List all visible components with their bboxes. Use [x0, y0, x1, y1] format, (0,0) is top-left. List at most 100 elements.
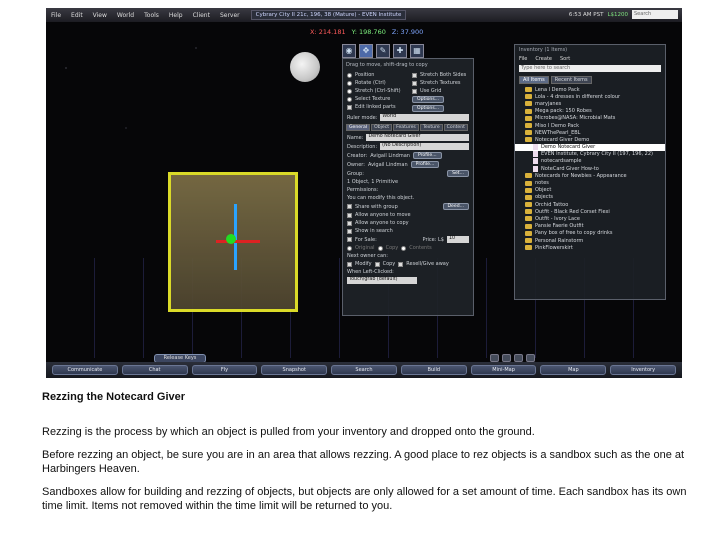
menu-world[interactable]: World — [112, 12, 139, 19]
communicate-button[interactable]: Communicate — [52, 365, 118, 375]
inventory-item[interactable]: Pany box of free to copy drinks — [515, 230, 665, 237]
edit-icon[interactable]: ✎ — [376, 44, 390, 58]
ruler-select[interactable]: World — [380, 114, 469, 121]
creator-profile-button[interactable]: Profile... — [412, 152, 442, 159]
menu-file[interactable]: File — [46, 12, 66, 19]
inventory-item[interactable]: Microbes@NASA: Microbial Mats — [515, 115, 665, 122]
inventory-item[interactable]: notes — [515, 179, 665, 186]
deed-button[interactable]: Deed... — [442, 203, 469, 210]
inventory-item[interactable]: Notecard Giver Demo — [515, 136, 665, 143]
next-owner-copy[interactable]: Copy — [383, 261, 396, 267]
show-search-checkbox[interactable] — [347, 228, 352, 234]
inventory-item[interactable]: NEWThePearl_EBL — [515, 129, 665, 136]
menu-server[interactable]: Server — [215, 12, 245, 19]
location-bar[interactable]: Cybrary City II 21c, 196, 38 (Mature) - … — [250, 10, 407, 20]
music-icon[interactable] — [526, 354, 535, 362]
inv-menu-sort[interactable]: Sort — [560, 56, 570, 62]
name-field[interactable]: Demo Notecard Giver — [366, 134, 469, 141]
inv-menu-file[interactable]: File — [519, 56, 527, 62]
inventory-item-label: Outfit - Black Red Corset Flexi — [535, 208, 610, 215]
menu-edit[interactable]: Edit — [66, 12, 88, 19]
inventory-item[interactable]: Demo Notecard Giver — [515, 143, 665, 151]
inventory-item[interactable]: NoteCard Giver How-to — [515, 165, 665, 172]
left-click-select[interactable]: Touch/grab (default) — [347, 277, 417, 284]
tab-content[interactable]: Content — [443, 124, 468, 131]
option-position[interactable]: Position — [343, 71, 408, 79]
inventory-item[interactable]: Object — [515, 187, 665, 194]
option-stretch-textures[interactable]: Stretch Textures — [408, 79, 473, 87]
inventory-item[interactable]: Notecards for Newbies - Appearance — [515, 172, 665, 179]
inventory-item[interactable]: Outfit - Ivory Lace — [515, 215, 665, 222]
allow-move-checkbox[interactable] — [347, 212, 352, 218]
inventory-item[interactable]: Outfit - Black Red Corset Flexi — [515, 208, 665, 215]
inventory-item[interactable]: maryjanes — [515, 100, 665, 107]
menu-help[interactable]: Help — [164, 12, 188, 19]
x-axis-handle[interactable] — [216, 240, 260, 243]
folder-icon — [525, 216, 532, 222]
sale-original[interactable]: Original — [355, 245, 375, 251]
grid-options-button[interactable]: Options... — [412, 105, 445, 112]
inventory-item[interactable]: Pansie Faerie Outfit — [515, 223, 665, 230]
option-use-grid[interactable]: Use Grid — [408, 87, 473, 95]
sale-contents[interactable]: Contents — [409, 245, 432, 251]
tab-object[interactable]: Object — [371, 124, 393, 131]
option-stretch[interactable]: Stretch (Ctrl-Shift) — [343, 87, 408, 95]
tab-recent-items[interactable]: Recent Items — [550, 76, 592, 84]
allow-copy-checkbox[interactable] — [347, 220, 352, 226]
inventory-item[interactable]: EVEN Institute, Cybrary City II (197, 19… — [515, 151, 665, 158]
price-field[interactable]: 10 — [447, 236, 469, 243]
tab-features[interactable]: Features — [393, 124, 419, 131]
inventory-item[interactable]: Personal Rainstorm — [515, 237, 665, 244]
group-set-button[interactable]: Set... — [447, 170, 469, 177]
menu-view[interactable]: View — [88, 12, 112, 19]
minimap-button[interactable]: Mini-Map — [470, 365, 537, 375]
description-field[interactable]: (No Description) — [380, 143, 469, 150]
inventory-item[interactable]: Orchid Tattoo — [515, 201, 665, 208]
search-button[interactable]: Search — [331, 365, 397, 375]
inventory-item[interactable]: objects — [515, 194, 665, 201]
owner-profile-button[interactable]: Profile... — [410, 161, 440, 168]
inventory-window: Inventory (1 Items) File Create Sort Typ… — [514, 44, 666, 300]
play-icon[interactable] — [490, 354, 499, 362]
option-rotate[interactable]: Rotate (Ctrl) — [343, 79, 408, 87]
next-owner-modify[interactable]: Modify — [355, 261, 372, 267]
align-options-button[interactable]: Options... — [412, 96, 445, 103]
pause-icon[interactable] — [502, 354, 511, 362]
fly-button[interactable]: Fly — [191, 365, 258, 375]
inventory-item[interactable]: PinkFlowerskirt — [515, 244, 665, 251]
inventory-item[interactable]: Miso I Demo Pack — [515, 122, 665, 129]
inventory-item-label: NoteCard Giver How-to — [541, 165, 599, 172]
tab-texture[interactable]: Texture — [419, 124, 443, 131]
build-button[interactable]: Build — [400, 365, 467, 375]
menu-client[interactable]: Client — [188, 12, 215, 19]
create-icon[interactable]: ✚ — [393, 44, 407, 58]
menu-tools[interactable]: Tools — [139, 12, 164, 19]
y-axis-handle[interactable] — [226, 234, 236, 244]
inventory-item[interactable]: Mega pack: 150 Robes — [515, 108, 665, 115]
for-sale-checkbox[interactable] — [347, 237, 352, 242]
tab-general[interactable]: General — [346, 124, 371, 131]
search-input[interactable]: Search — [632, 10, 678, 19]
share-group-checkbox[interactable] — [347, 204, 352, 209]
focus-icon[interactable]: ◉ — [342, 44, 356, 58]
inventory-search-input[interactable]: Type here to search — [519, 65, 661, 72]
sale-copy[interactable]: Copy — [386, 245, 399, 251]
move-icon[interactable]: ✥ — [359, 44, 373, 58]
land-icon[interactable]: ▦ — [410, 44, 424, 58]
inventory-item[interactable]: Lola - 4 dresses in different colour — [515, 93, 665, 100]
map-button[interactable]: Map — [540, 365, 607, 375]
tab-all-items[interactable]: All Items — [519, 76, 549, 84]
inventory-item-label: notes — [535, 180, 549, 187]
volume-icon[interactable] — [514, 354, 523, 362]
inventory-button[interactable]: Inventory — [610, 365, 677, 375]
chat-button[interactable]: Chat — [121, 365, 188, 375]
inventory-item[interactable]: notecardsample — [515, 158, 665, 165]
next-owner-resell[interactable]: Resell/Give away — [406, 261, 449, 267]
snapshot-button[interactable]: Snapshot — [261, 365, 328, 375]
option-select-texture[interactable]: Select Texture — [343, 95, 408, 103]
balance[interactable]: L$1200 — [607, 12, 628, 18]
inventory-item[interactable]: Lena I Demo Pack — [515, 86, 665, 93]
option-edit-linked[interactable]: Edit linked parts — [343, 103, 408, 111]
inv-menu-create[interactable]: Create — [535, 56, 552, 62]
option-stretch-both[interactable]: Stretch Both Sides — [408, 71, 473, 79]
